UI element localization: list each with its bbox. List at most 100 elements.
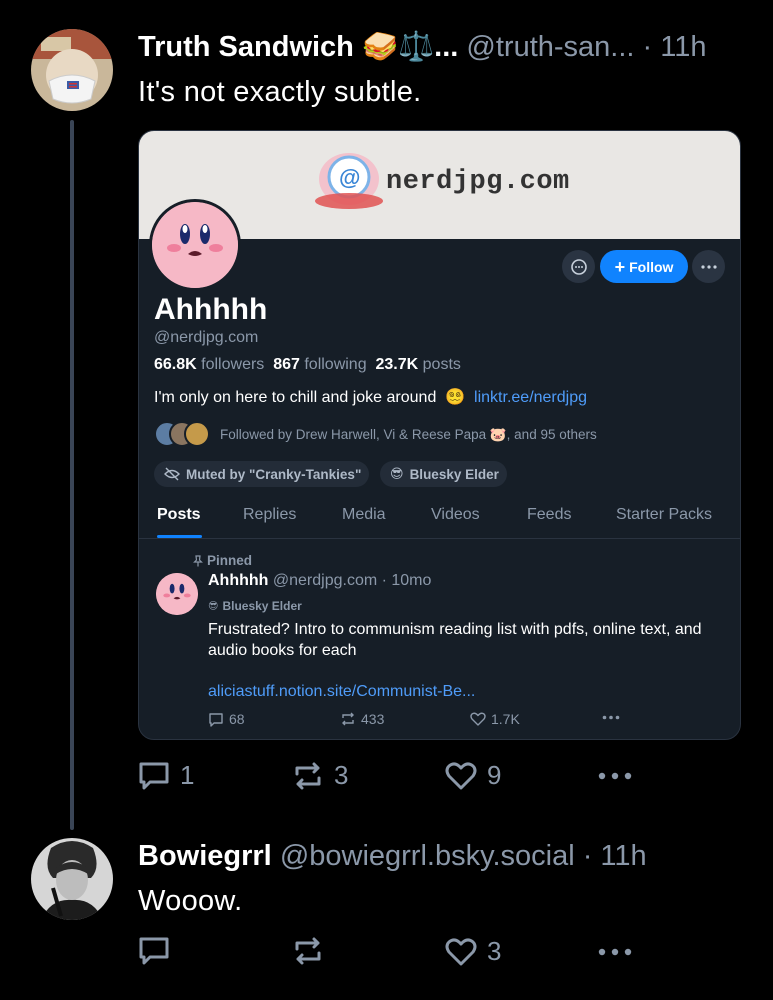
post-actions: 3 bbox=[138, 936, 738, 972]
reply-icon bbox=[139, 937, 169, 965]
repost-icon bbox=[295, 937, 321, 965]
like-count: 9 bbox=[487, 760, 502, 790]
repost-icon bbox=[295, 762, 321, 789]
profile-avatar bbox=[149, 199, 241, 291]
display-name[interactable]: Bowiegrrl bbox=[138, 840, 272, 872]
repost-button[interactable]: 433 bbox=[340, 711, 384, 727]
embedded-image[interactable]: @ nerdjpg.com + Follow Ahhhhh @nerdjpg.c… bbox=[138, 130, 741, 740]
bio-emoji: 😵‍💫 bbox=[445, 389, 466, 406]
bio-text: I'm only on here to chill and joke aroun… bbox=[154, 389, 437, 406]
profile-bio: I'm only on here to chill and joke aroun… bbox=[154, 387, 587, 407]
post-header: Truth Sandwich 🥪⚖️... @truth-san... · 11… bbox=[138, 30, 707, 64]
heart-icon bbox=[470, 712, 486, 726]
handle-and-time[interactable]: @nerdjpg.com · 10mo bbox=[273, 572, 432, 589]
reply-icon bbox=[139, 762, 169, 789]
tab-feeds[interactable]: Feeds bbox=[527, 506, 571, 524]
ellipsis-icon bbox=[602, 715, 620, 720]
more-button[interactable] bbox=[598, 772, 632, 780]
reply-count: 1 bbox=[180, 760, 195, 790]
repost-button[interactable]: 3 bbox=[292, 760, 348, 791]
elder-label-pill[interactable]: 😎 Bluesky Elder bbox=[380, 461, 507, 487]
post-bowiegrrl[interactable]: Bowiegrrl @bowiegrrl.bsky.social · 11h W… bbox=[0, 820, 773, 1000]
reply-count: 68 bbox=[229, 711, 245, 727]
tab-replies[interactable]: Replies bbox=[243, 506, 296, 524]
followed-by-row[interactable]: Followed by Drew Harwell, Vi & Reese Pap… bbox=[154, 421, 597, 449]
post-time[interactable]: · 11h bbox=[583, 840, 647, 872]
reply-button[interactable]: 68 bbox=[208, 711, 245, 727]
muted-label-pill[interactable]: Muted by "Cranky-Tankies" bbox=[154, 461, 370, 487]
like-button[interactable]: 1.7K bbox=[470, 711, 520, 727]
user-handle[interactable]: @bowiegrrl.bsky.social bbox=[280, 840, 575, 872]
tab-media[interactable]: Media bbox=[342, 506, 386, 524]
pinned-label: Pinned bbox=[207, 553, 253, 568]
avatar bbox=[184, 421, 210, 447]
posts-label: posts bbox=[422, 356, 461, 373]
ellipsis-icon bbox=[700, 264, 717, 269]
bio-link[interactable]: linktr.ee/nerdjpg bbox=[474, 389, 587, 406]
elder-label-text: Bluesky Elder bbox=[409, 466, 499, 482]
post-truth-sandwich[interactable]: Truth Sandwich 🥪⚖️... @truth-san... · 11… bbox=[0, 0, 773, 820]
profile-handle: @nerdjpg.com bbox=[154, 329, 259, 346]
more-button[interactable] bbox=[598, 948, 632, 956]
reply-icon bbox=[209, 712, 223, 727]
repost-button[interactable] bbox=[292, 936, 324, 966]
more-options-button[interactable] bbox=[692, 250, 725, 283]
sunglasses-face-icon: 😎 bbox=[208, 600, 219, 612]
ellipsis-icon bbox=[598, 772, 632, 780]
svg-text:@: @ bbox=[339, 165, 360, 190]
follow-button[interactable]: + Follow bbox=[600, 250, 688, 283]
known-followers-avatars bbox=[154, 421, 212, 449]
reply-button[interactable]: 1 bbox=[138, 760, 194, 791]
pinned-post-text: Frustrated? Intro to communism reading l… bbox=[208, 621, 702, 659]
elder-badge: 😎 Bluesky Elder bbox=[208, 599, 302, 613]
banner-text: nerdjpg.com bbox=[386, 167, 570, 197]
following-count[interactable]: 867 bbox=[273, 356, 300, 373]
display-name[interactable]: Truth Sandwich 🥪⚖️... bbox=[138, 31, 458, 63]
following-label[interactable]: following bbox=[304, 356, 366, 373]
repost-icon bbox=[342, 712, 354, 726]
avatar[interactable] bbox=[156, 573, 198, 615]
more-button[interactable] bbox=[602, 715, 620, 720]
message-button[interactable] bbox=[562, 250, 595, 283]
followed-by-text: Followed by Drew Harwell, Vi & Reese Pap… bbox=[220, 427, 597, 442]
repost-count: 3 bbox=[334, 760, 349, 790]
heart-icon bbox=[445, 937, 477, 965]
like-button[interactable]: 9 bbox=[445, 760, 501, 791]
badge-text: Bluesky Elder bbox=[222, 599, 302, 613]
pinned-post-link[interactable]: aliciastuff.notion.site/Communist-Be... bbox=[208, 683, 475, 701]
pinned-post-header: Ahhhhh @nerdjpg.com · 10mo bbox=[208, 572, 431, 590]
post-time[interactable]: · 11h bbox=[643, 31, 707, 63]
avatar[interactable] bbox=[31, 29, 113, 111]
repost-count: 433 bbox=[361, 711, 385, 727]
user-handle[interactable]: @truth-san... bbox=[466, 31, 634, 63]
ellipsis-icon bbox=[598, 948, 632, 956]
post-text: It's not exactly subtle. bbox=[138, 76, 422, 108]
follow-label: Follow bbox=[629, 258, 674, 275]
muted-label-text: Muted by "Cranky-Tankies" bbox=[186, 466, 362, 482]
followers-label[interactable]: followers bbox=[201, 356, 264, 373]
pin-icon bbox=[193, 554, 203, 566]
reply-button[interactable] bbox=[138, 936, 170, 966]
plus-icon: + bbox=[614, 256, 626, 277]
like-count: 3 bbox=[487, 936, 502, 966]
display-name[interactable]: Ahhhhh bbox=[208, 572, 268, 589]
followers-count[interactable]: 66.8K bbox=[154, 356, 197, 373]
avatar[interactable] bbox=[31, 838, 113, 920]
tab-videos[interactable]: Videos bbox=[431, 506, 480, 524]
like-button[interactable]: 3 bbox=[445, 936, 501, 967]
tab-starter-packs[interactable]: Starter Packs bbox=[616, 506, 712, 524]
post-text: Wooow. bbox=[138, 885, 243, 917]
sunglasses-face-icon: 😎 bbox=[390, 466, 404, 481]
like-count: 1.7K bbox=[491, 711, 520, 727]
tab-posts[interactable]: Posts bbox=[157, 506, 201, 524]
heart-icon bbox=[445, 761, 477, 789]
active-tab-indicator bbox=[157, 535, 202, 538]
post-actions: 1 3 9 bbox=[138, 760, 738, 796]
eye-slash-icon bbox=[164, 467, 180, 481]
chat-bubble-icon bbox=[570, 258, 587, 275]
profile-tabs: Posts Replies Media Videos Feeds Starter… bbox=[139, 499, 740, 539]
pinned-post-actions: 68 433 1.7K bbox=[208, 711, 648, 731]
profile-stats: 66.8K followers 867 following 23.7K post… bbox=[154, 356, 461, 374]
post-header: Bowiegrrl @bowiegrrl.bsky.social · 11h bbox=[138, 840, 647, 873]
pinned-indicator: Pinned bbox=[193, 553, 252, 568]
